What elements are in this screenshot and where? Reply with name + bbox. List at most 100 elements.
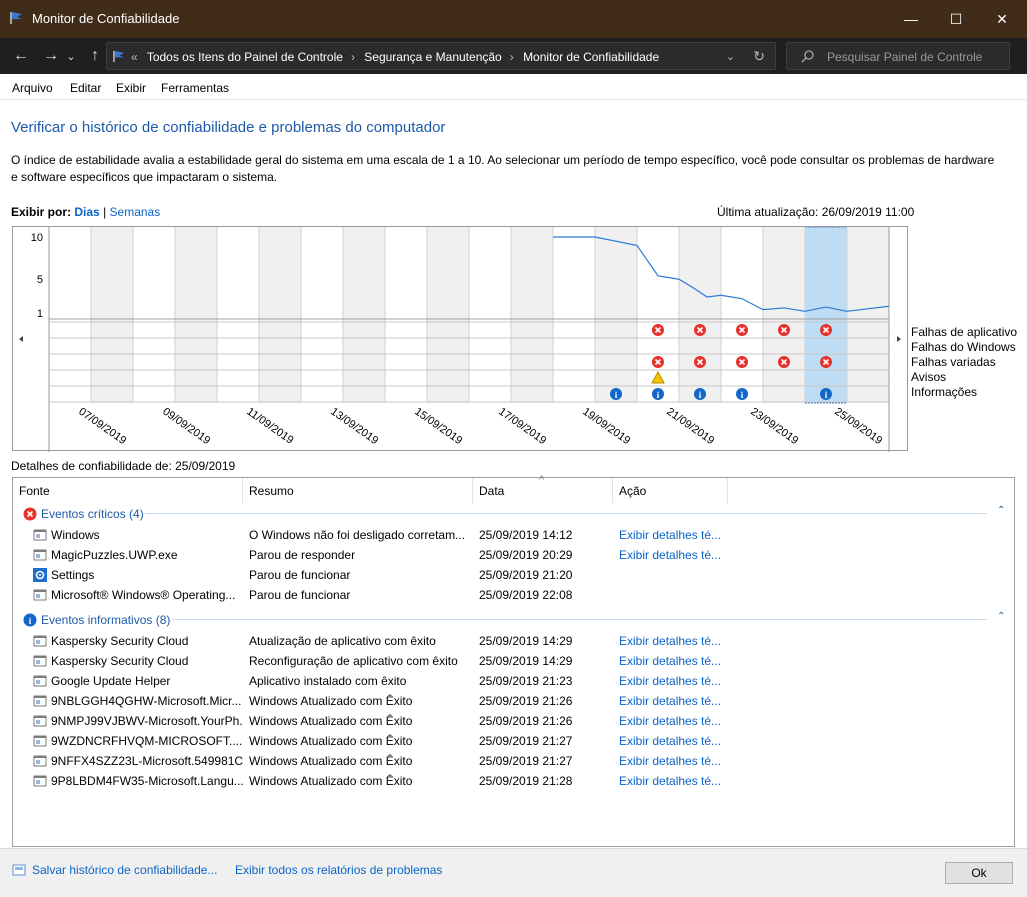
collapse-group-icon[interactable]: ⌃ — [997, 505, 1005, 516]
day-column[interactable] — [847, 227, 889, 403]
search-icon — [801, 50, 814, 63]
day-column[interactable] — [763, 227, 805, 403]
close-button[interactable]: ✕ — [979, 0, 1025, 38]
search-input[interactable]: Pesquisar Painel de Controle — [786, 42, 1010, 70]
reliability-chart[interactable]: 10 5 1 i i i i i 07/09/2019 09/09/2019 11/09/2019 1… — [12, 226, 909, 452]
collapse-group-icon[interactable]: ⌃ — [997, 611, 1005, 622]
view-technical-details-link[interactable]: Exibir detalhes té... — [619, 634, 727, 648]
day-column[interactable] — [679, 227, 721, 403]
table-row[interactable]: 9NFFX4SZZ23L-Microsoft.549981C... Windows… — [13, 751, 1014, 771]
view-technical-details-link[interactable]: Exibir detalhes té... — [619, 528, 727, 542]
table-row[interactable]: Windows O Windows não foi desligado corre… — [13, 525, 1014, 545]
ok-button[interactable]: Ok — [945, 862, 1013, 884]
cell-source: 9P8LBDM4FW35-Microsoft.Langu... — [51, 774, 243, 788]
minimize-button[interactable]: — — [888, 0, 934, 38]
view-technical-details-link[interactable]: Exibir detalhes té... — [619, 734, 727, 748]
address-field[interactable]: « Todos os Itens do Painel de Controle › … — [106, 42, 776, 70]
day-column[interactable] — [259, 227, 301, 403]
page-description: O índice de estabilidade avalia a estabi… — [11, 153, 995, 184]
x-tick-label: 11/09/2019 — [244, 406, 295, 447]
table-row[interactable]: Kaspersky Security Cloud Reconfiguração d… — [13, 651, 1014, 671]
view-technical-details-link[interactable]: Exibir detalhes té... — [619, 714, 727, 728]
group-header[interactable]: i Eventos informativos (8) ⌃ — [19, 611, 1009, 629]
menu-exibir[interactable]: Exibir — [116, 81, 146, 95]
day-column[interactable] — [427, 227, 469, 403]
last-update: Última atualização: 26/09/2019 11:00 — [717, 205, 915, 219]
group-header[interactable]: Eventos críticos (4) ⌃ — [19, 505, 1009, 523]
view-by-label: Exibir por: — [11, 205, 72, 219]
table-row[interactable]: Microsoft® Windows® Operating... Parou de… — [13, 585, 1014, 605]
view-by-days-link[interactable]: Dias — [74, 205, 99, 219]
menu-ferramentas[interactable]: Ferramentas — [161, 81, 229, 95]
view-technical-details-link[interactable]: Exibir detalhes té... — [619, 754, 727, 768]
menu-arquivo[interactable]: Arquivo — [12, 81, 53, 95]
scroll-right-icon[interactable] — [897, 336, 901, 342]
page-title: Verificar o histórico de confiabilidade … — [11, 119, 446, 136]
table-row[interactable]: MagicPuzzles.UWP.exe Parou de responder 25… — [13, 545, 1014, 565]
view-by-weeks-link[interactable]: Semanas — [110, 205, 161, 219]
view-technical-details-link[interactable]: Exibir detalhes té... — [619, 548, 727, 562]
gear-icon — [33, 568, 47, 582]
save-history-link[interactable]: Salvar histórico de confiabilidade... — [32, 863, 217, 877]
column-header-summary[interactable]: Resumo — [243, 478, 473, 503]
column-header-action[interactable]: Ação — [613, 478, 728, 503]
maximize-button[interactable]: ☐ — [933, 0, 979, 38]
day-column[interactable] — [553, 227, 595, 403]
day-column[interactable] — [595, 227, 637, 403]
breadcrumb-security-maintenance[interactable]: Segurança e Manutenção — [364, 50, 501, 64]
control-panel-flag-icon — [10, 12, 22, 24]
breadcrumb-reliability-monitor[interactable]: Monitor de Confiabilidade — [523, 50, 659, 64]
cell-summary: Windows Atualizado com Êxito — [249, 774, 413, 788]
table-row[interactable]: 9NMPJ99VJBWV-Microsoft.YourPh... Windows … — [13, 711, 1014, 731]
address-dropdown-button[interactable]: ⌄ — [726, 50, 735, 63]
app-icon — [33, 695, 47, 707]
day-column[interactable] — [49, 227, 91, 403]
day-column[interactable] — [385, 227, 427, 403]
app-icon — [33, 735, 47, 747]
forward-button[interactable]: → — [40, 44, 62, 68]
up-button[interactable]: ↑ — [84, 44, 106, 68]
refresh-button[interactable]: ↻ — [753, 48, 765, 65]
x-tick-label: 09/09/2019 — [160, 406, 212, 447]
day-column[interactable] — [301, 227, 343, 403]
cell-source: Microsoft® Windows® Operating... — [51, 588, 236, 602]
day-column[interactable] — [511, 227, 553, 403]
view-all-reports-link[interactable]: Exibir todos os relatórios de problemas — [235, 863, 442, 877]
view-technical-details-link[interactable]: Exibir detalhes té... — [619, 694, 727, 708]
day-column[interactable] — [133, 227, 175, 403]
group-divider — [145, 513, 987, 514]
legend-item: Falhas variadas — [911, 355, 996, 369]
table-row[interactable]: 9P8LBDM4FW35-Microsoft.Langu... Windows A… — [13, 771, 1014, 791]
app-icon — [33, 715, 47, 727]
table-row[interactable]: Settings Parou de funcionar 25/09/2019 21:… — [13, 565, 1014, 585]
day-column[interactable] — [469, 227, 511, 403]
x-tick-label: 21/09/2019 — [664, 406, 716, 447]
cell-source: MagicPuzzles.UWP.exe — [51, 548, 178, 562]
cell-date: 25/09/2019 22:08 — [479, 588, 573, 602]
table-row[interactable]: 9WZDNCRFHVQM-MICROSOFT.... Windows Atuali… — [13, 731, 1014, 751]
view-technical-details-link[interactable]: Exibir detalhes té... — [619, 674, 727, 688]
view-technical-details-link[interactable]: Exibir detalhes té... — [619, 654, 727, 668]
scroll-left-icon[interactable] — [19, 336, 23, 342]
recent-locations-button[interactable]: ⌄ — [64, 44, 78, 68]
menu-editar[interactable]: Editar — [70, 81, 101, 95]
day-column[interactable] — [175, 227, 217, 403]
day-column[interactable] — [721, 227, 763, 403]
table-row[interactable]: 9NBLGGH4QGHW-Microsoft.Micr... Windows At… — [13, 691, 1014, 711]
day-column[interactable] — [343, 227, 385, 403]
selected-day-highlight[interactable] — [804, 227, 848, 404]
table-row[interactable]: Google Update Helper Aplicativo instalado… — [13, 671, 1014, 691]
breadcrumb-all-items[interactable]: Todos os Itens do Painel de Controle — [147, 50, 343, 64]
table-row[interactable]: Kaspersky Security Cloud Atualização de a… — [13, 631, 1014, 651]
legend-item: Falhas do Windows — [911, 340, 1016, 354]
back-button[interactable]: ← — [10, 44, 32, 68]
cell-date: 25/09/2019 21:27 — [479, 754, 573, 768]
cell-summary: Windows Atualizado com Êxito — [249, 734, 413, 748]
breadcrumb-overflow[interactable]: « — [131, 50, 138, 64]
day-column[interactable] — [91, 227, 133, 403]
day-column[interactable] — [217, 227, 259, 403]
view-technical-details-link[interactable]: Exibir detalhes té... — [619, 774, 727, 788]
column-header-source[interactable]: Fonte — [13, 478, 243, 503]
reliability-chart-svg[interactable]: 1051i i i i i07/09/2019 09/09/2019 11/09/2019 1… — [13, 227, 909, 452]
cell-date: 25/09/2019 21:26 — [479, 694, 573, 708]
